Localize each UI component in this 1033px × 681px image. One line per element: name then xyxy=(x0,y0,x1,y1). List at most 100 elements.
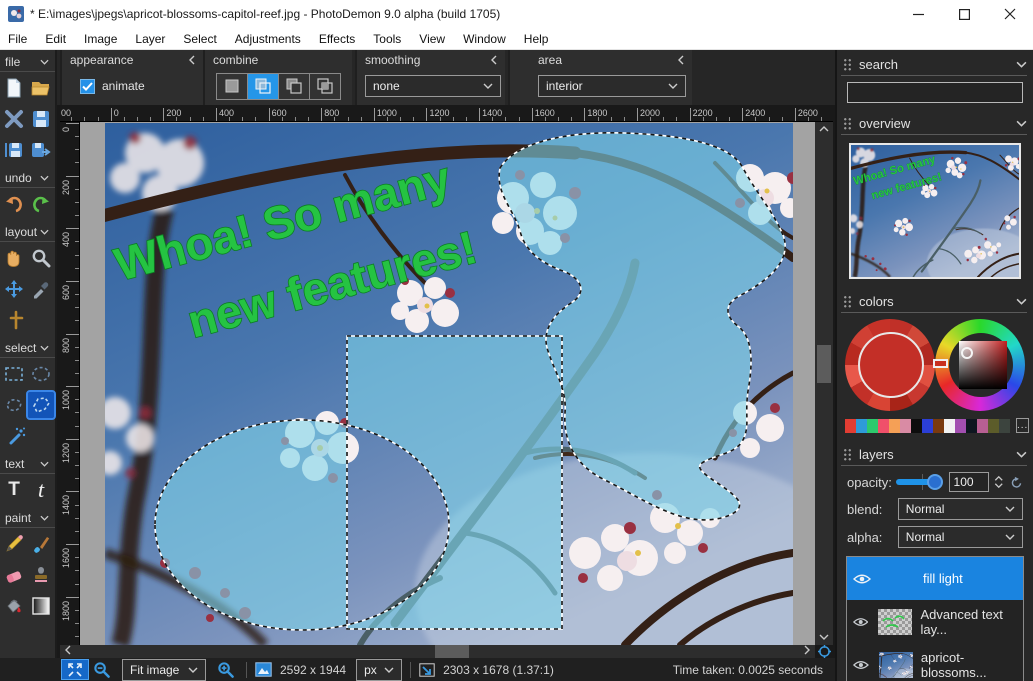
hue-cursor-icon[interactable] xyxy=(933,359,948,368)
fit-image-button[interactable] xyxy=(62,660,88,679)
close-button[interactable] xyxy=(987,0,1033,28)
drag-grip-icon[interactable] xyxy=(843,295,852,308)
color-harmony-wheel[interactable] xyxy=(845,319,935,411)
palette-swatch[interactable] xyxy=(845,419,856,433)
visibility-eye-icon[interactable] xyxy=(853,616,868,628)
pan-tool-button[interactable] xyxy=(1,245,27,271)
polygon-lasso-tool-button[interactable] xyxy=(28,392,54,418)
menu-file[interactable]: File xyxy=(0,28,36,50)
drag-grip-icon[interactable] xyxy=(843,448,852,461)
menu-view[interactable]: View xyxy=(410,28,454,50)
image-canvas[interactable]: Whoa! So many new features! xyxy=(105,123,793,645)
menu-adjustments[interactable]: Adjustments xyxy=(226,28,310,50)
layout-section-header[interactable]: layout xyxy=(0,222,55,242)
redo-button[interactable] xyxy=(28,191,54,217)
paint-section-header[interactable]: paint xyxy=(0,508,55,528)
palette-swatch[interactable] xyxy=(922,419,933,433)
combine-replace-button[interactable] xyxy=(216,73,248,100)
palette-swatch[interactable] xyxy=(977,419,988,433)
menu-layer[interactable]: Layer xyxy=(126,28,174,50)
save-button[interactable] xyxy=(28,106,54,132)
file-section-header[interactable]: file xyxy=(0,52,55,72)
smoothing-dropdown[interactable]: none xyxy=(365,75,501,97)
move-tool-button[interactable] xyxy=(1,276,27,302)
pencil-tool-button[interactable] xyxy=(1,531,27,557)
palette-swatch[interactable] xyxy=(966,419,977,433)
unit-dropdown[interactable]: px xyxy=(356,659,402,681)
search-input[interactable] xyxy=(847,82,1023,103)
minimize-button[interactable] xyxy=(895,0,941,28)
palette-swatch[interactable] xyxy=(911,419,922,433)
menu-tools[interactable]: Tools xyxy=(364,28,410,50)
collapse-left-icon[interactable] xyxy=(189,55,195,65)
palette-swatch[interactable] xyxy=(900,419,911,433)
layer-row-fill-light[interactable]: fill light xyxy=(847,557,1023,600)
palette-swatch[interactable] xyxy=(988,419,999,433)
chevron-down-icon[interactable] xyxy=(1016,120,1027,127)
palette-swatch[interactable] xyxy=(933,419,944,433)
palette-swatch[interactable] xyxy=(944,419,955,433)
lasso-select-tool-button[interactable] xyxy=(1,392,27,418)
menu-window[interactable]: Window xyxy=(454,28,515,50)
menu-image[interactable]: Image xyxy=(75,28,126,50)
h-scroll-thumb[interactable] xyxy=(435,645,469,658)
eraser-tool-button[interactable] xyxy=(1,562,27,588)
maximize-button[interactable] xyxy=(941,0,987,28)
blend-mode-dropdown[interactable]: Normal xyxy=(898,498,1023,520)
palette-more-button[interactable]: ... xyxy=(1016,418,1029,433)
layer-row-apricot-blossoms[interactable]: apricot-blossoms... xyxy=(847,643,1023,681)
opacity-slider[interactable] xyxy=(896,474,943,490)
menu-help[interactable]: Help xyxy=(515,28,558,50)
chevron-down-icon[interactable] xyxy=(1016,61,1027,68)
undo-section-header[interactable]: undo xyxy=(0,168,55,188)
collapse-left-icon[interactable] xyxy=(678,55,684,65)
visibility-eye-icon[interactable] xyxy=(853,573,871,585)
zoom-out-button[interactable] xyxy=(88,660,114,679)
menu-edit[interactable]: Edit xyxy=(36,28,75,50)
scroll-up-icon[interactable] xyxy=(816,124,832,135)
palette-swatch[interactable] xyxy=(955,419,966,433)
center-canvas-button[interactable] xyxy=(815,645,833,658)
layer-row-advanced-text[interactable]: Advanced text lay... xyxy=(847,600,1023,643)
combine-subtract-button[interactable] xyxy=(278,73,310,100)
palette-swatch[interactable] xyxy=(999,419,1010,433)
scroll-down-icon[interactable] xyxy=(816,632,832,643)
close-image-button[interactable] xyxy=(1,106,27,132)
animate-checkbox[interactable] xyxy=(80,79,95,94)
area-dropdown[interactable]: interior xyxy=(538,75,686,97)
zoom-tool-button[interactable] xyxy=(28,245,54,271)
ellipse-select-tool-button[interactable] xyxy=(28,361,54,387)
advanced-text-tool-button[interactable]: t xyxy=(28,477,54,503)
reset-opacity-icon[interactable] xyxy=(1010,475,1023,490)
hue-wheel[interactable] xyxy=(935,319,1025,411)
zoom-in-button[interactable] xyxy=(212,660,238,679)
scroll-right-icon[interactable] xyxy=(799,645,815,658)
undo-button[interactable] xyxy=(1,191,27,217)
alpha-mode-dropdown[interactable]: Normal xyxy=(898,526,1023,548)
color-picker-tool-button[interactable] xyxy=(28,276,54,302)
gradient-tool-button[interactable] xyxy=(28,593,54,619)
canvas-viewport[interactable]: Whoa! So many new features! xyxy=(80,122,815,645)
clone-stamp-tool-button[interactable] xyxy=(28,562,54,588)
brush-tool-button[interactable] xyxy=(28,531,54,557)
zoom-dropdown[interactable]: Fit image xyxy=(122,659,206,681)
rect-select-tool-button[interactable] xyxy=(1,361,27,387)
palette-swatch[interactable] xyxy=(889,419,900,433)
new-image-button[interactable] xyxy=(1,75,27,101)
menu-select[interactable]: Select xyxy=(174,28,225,50)
combine-add-button[interactable] xyxy=(247,73,279,100)
fill-tool-button[interactable] xyxy=(1,593,27,619)
drag-grip-icon[interactable] xyxy=(843,58,852,71)
horizontal-scrollbar[interactable] xyxy=(60,645,815,658)
collapse-left-icon[interactable] xyxy=(491,55,497,65)
saturation-value-box[interactable] xyxy=(959,341,1007,389)
scroll-left-icon[interactable] xyxy=(60,645,76,658)
v-scroll-thumb[interactable] xyxy=(817,345,831,383)
palette-swatch[interactable] xyxy=(867,419,878,433)
spinner-icon[interactable] xyxy=(994,474,1004,490)
select-section-header[interactable]: select xyxy=(0,338,55,358)
overview-thumbnail[interactable]: Whoa! So many new features! xyxy=(849,143,1021,279)
magic-wand-tool-button[interactable] xyxy=(4,423,30,449)
save-copy-button[interactable] xyxy=(1,137,27,163)
measure-tool-button[interactable] xyxy=(4,307,30,333)
